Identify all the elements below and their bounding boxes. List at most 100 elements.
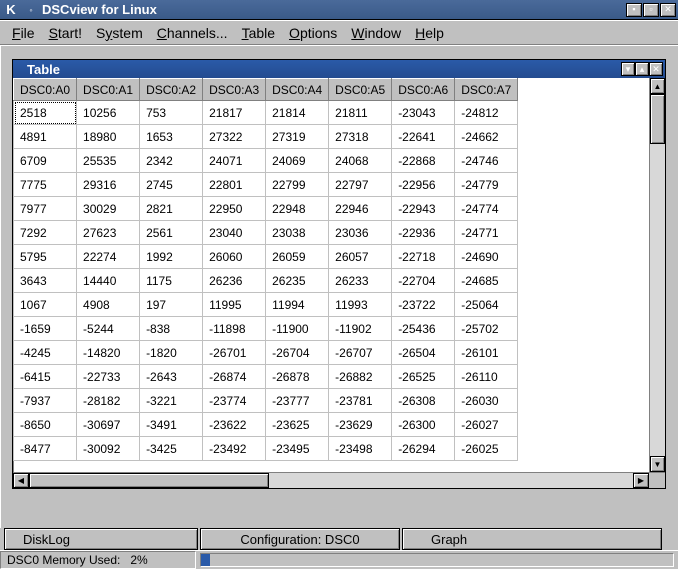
table-cell[interactable]: 3643 xyxy=(14,269,77,293)
table-cell[interactable]: -26882 xyxy=(329,365,392,389)
menu-file[interactable]: File xyxy=(6,23,41,43)
hscroll-thumb[interactable] xyxy=(29,473,269,488)
table-cell[interactable]: -30697 xyxy=(77,413,140,437)
table-cell[interactable]: -22641 xyxy=(392,125,455,149)
menu-help[interactable]: Help xyxy=(409,23,450,43)
table-cell[interactable]: 22950 xyxy=(203,197,266,221)
table-cell[interactable]: -3221 xyxy=(140,389,203,413)
table-cell[interactable]: 11994 xyxy=(266,293,329,317)
table-cell[interactable]: 14440 xyxy=(77,269,140,293)
table-cell[interactable]: -26874 xyxy=(203,365,266,389)
table-cell[interactable]: -22733 xyxy=(77,365,140,389)
column-header[interactable]: DSC0:A3 xyxy=(203,79,266,101)
table-cell[interactable]: -11898 xyxy=(203,317,266,341)
table-cell[interactable]: 21817 xyxy=(203,101,266,125)
table-cell[interactable]: -23629 xyxy=(329,413,392,437)
menu-options[interactable]: Options xyxy=(283,23,343,43)
table-cell[interactable]: -838 xyxy=(140,317,203,341)
maximize-button[interactable]: ▫ xyxy=(643,3,659,17)
table-cell[interactable]: -7937 xyxy=(14,389,77,413)
table-cell[interactable]: 2745 xyxy=(140,173,203,197)
table-cell[interactable]: -23625 xyxy=(266,413,329,437)
table-cell[interactable]: 30029 xyxy=(77,197,140,221)
subwindow-titlebar[interactable]: Table ▾ ▴ ✕ xyxy=(13,60,665,78)
menu-table[interactable]: Table xyxy=(236,23,281,43)
table-cell[interactable]: -14820 xyxy=(77,341,140,365)
column-header[interactable]: DSC0:A4 xyxy=(266,79,329,101)
table-cell[interactable]: -26025 xyxy=(455,437,518,461)
table-cell[interactable]: 22797 xyxy=(329,173,392,197)
column-header[interactable]: DSC0:A0 xyxy=(14,79,77,101)
menu-channels[interactable]: Channels... xyxy=(151,23,234,43)
table-cell[interactable]: 21811 xyxy=(329,101,392,125)
table-cell[interactable]: -11902 xyxy=(329,317,392,341)
table-cell[interactable]: 23036 xyxy=(329,221,392,245)
table-cell[interactable]: 11995 xyxy=(203,293,266,317)
table-cell[interactable]: 26059 xyxy=(266,245,329,269)
subwindow-close-button[interactable]: ✕ xyxy=(649,62,663,76)
table-cell[interactable]: -22956 xyxy=(392,173,455,197)
table-cell[interactable]: -24746 xyxy=(455,149,518,173)
table-cell[interactable]: -26878 xyxy=(266,365,329,389)
table-cell[interactable]: 24069 xyxy=(266,149,329,173)
table-cell[interactable]: 26236 xyxy=(203,269,266,293)
table-cell[interactable]: -22718 xyxy=(392,245,455,269)
table-cell[interactable]: 21814 xyxy=(266,101,329,125)
table-cell[interactable]: -22936 xyxy=(392,221,455,245)
table-cell[interactable]: 6709 xyxy=(14,149,77,173)
table-cell[interactable]: -3425 xyxy=(140,437,203,461)
table-cell[interactable]: 2821 xyxy=(140,197,203,221)
table-cell[interactable]: 22801 xyxy=(203,173,266,197)
table-cell[interactable]: -26504 xyxy=(392,341,455,365)
table-cell[interactable]: 22799 xyxy=(266,173,329,197)
table-cell[interactable]: -26030 xyxy=(455,389,518,413)
table-cell[interactable]: -25702 xyxy=(455,317,518,341)
table-cell[interactable]: -26110 xyxy=(455,365,518,389)
table-cell[interactable]: -22943 xyxy=(392,197,455,221)
table-cell[interactable]: -28182 xyxy=(77,389,140,413)
table-cell[interactable]: -26707 xyxy=(329,341,392,365)
table-cell[interactable]: -5244 xyxy=(77,317,140,341)
table-cell[interactable]: -8650 xyxy=(14,413,77,437)
table-cell[interactable]: -23498 xyxy=(329,437,392,461)
table-cell[interactable]: -26294 xyxy=(392,437,455,461)
table-cell[interactable]: 26057 xyxy=(329,245,392,269)
table-cell[interactable]: 18980 xyxy=(77,125,140,149)
table-cell[interactable]: -26704 xyxy=(266,341,329,365)
table-cell[interactable]: -24685 xyxy=(455,269,518,293)
table-cell[interactable]: 22274 xyxy=(77,245,140,269)
column-header[interactable]: DSC0:A6 xyxy=(392,79,455,101)
table-cell[interactable]: 7775 xyxy=(14,173,77,197)
table-cell[interactable]: 2518 xyxy=(14,101,77,125)
tab-disklog[interactable]: DiskLog xyxy=(4,528,198,550)
table-cell[interactable]: 26235 xyxy=(266,269,329,293)
column-header[interactable]: DSC0:A2 xyxy=(140,79,203,101)
table-cell[interactable]: -24662 xyxy=(455,125,518,149)
table-cell[interactable]: -4245 xyxy=(14,341,77,365)
table-cell[interactable]: -24774 xyxy=(455,197,518,221)
table-cell[interactable]: 27319 xyxy=(266,125,329,149)
table-cell[interactable]: -26101 xyxy=(455,341,518,365)
table-cell[interactable]: -24690 xyxy=(455,245,518,269)
table-cell[interactable]: -25064 xyxy=(455,293,518,317)
table-cell[interactable]: -22868 xyxy=(392,149,455,173)
table-cell[interactable]: 22946 xyxy=(329,197,392,221)
table-cell[interactable]: -6415 xyxy=(14,365,77,389)
vscroll-track[interactable] xyxy=(650,94,665,456)
table-cell[interactable]: -23043 xyxy=(392,101,455,125)
table-cell[interactable]: 1067 xyxy=(14,293,77,317)
table-cell[interactable]: 5795 xyxy=(14,245,77,269)
table-cell[interactable]: 22948 xyxy=(266,197,329,221)
close-button[interactable]: ✕ xyxy=(660,3,676,17)
table-cell[interactable]: 7292 xyxy=(14,221,77,245)
table-cell[interactable]: -22704 xyxy=(392,269,455,293)
table-cell[interactable]: 25535 xyxy=(77,149,140,173)
table-cell[interactable]: -23777 xyxy=(266,389,329,413)
table-cell[interactable]: -23622 xyxy=(203,413,266,437)
table-cell[interactable]: 29316 xyxy=(77,173,140,197)
tab-graph[interactable]: Graph xyxy=(402,528,662,550)
table-cell[interactable]: -23774 xyxy=(203,389,266,413)
table-cell[interactable]: -3491 xyxy=(140,413,203,437)
minimize-button[interactable]: ▪ xyxy=(626,3,642,17)
table-cell[interactable]: -1659 xyxy=(14,317,77,341)
